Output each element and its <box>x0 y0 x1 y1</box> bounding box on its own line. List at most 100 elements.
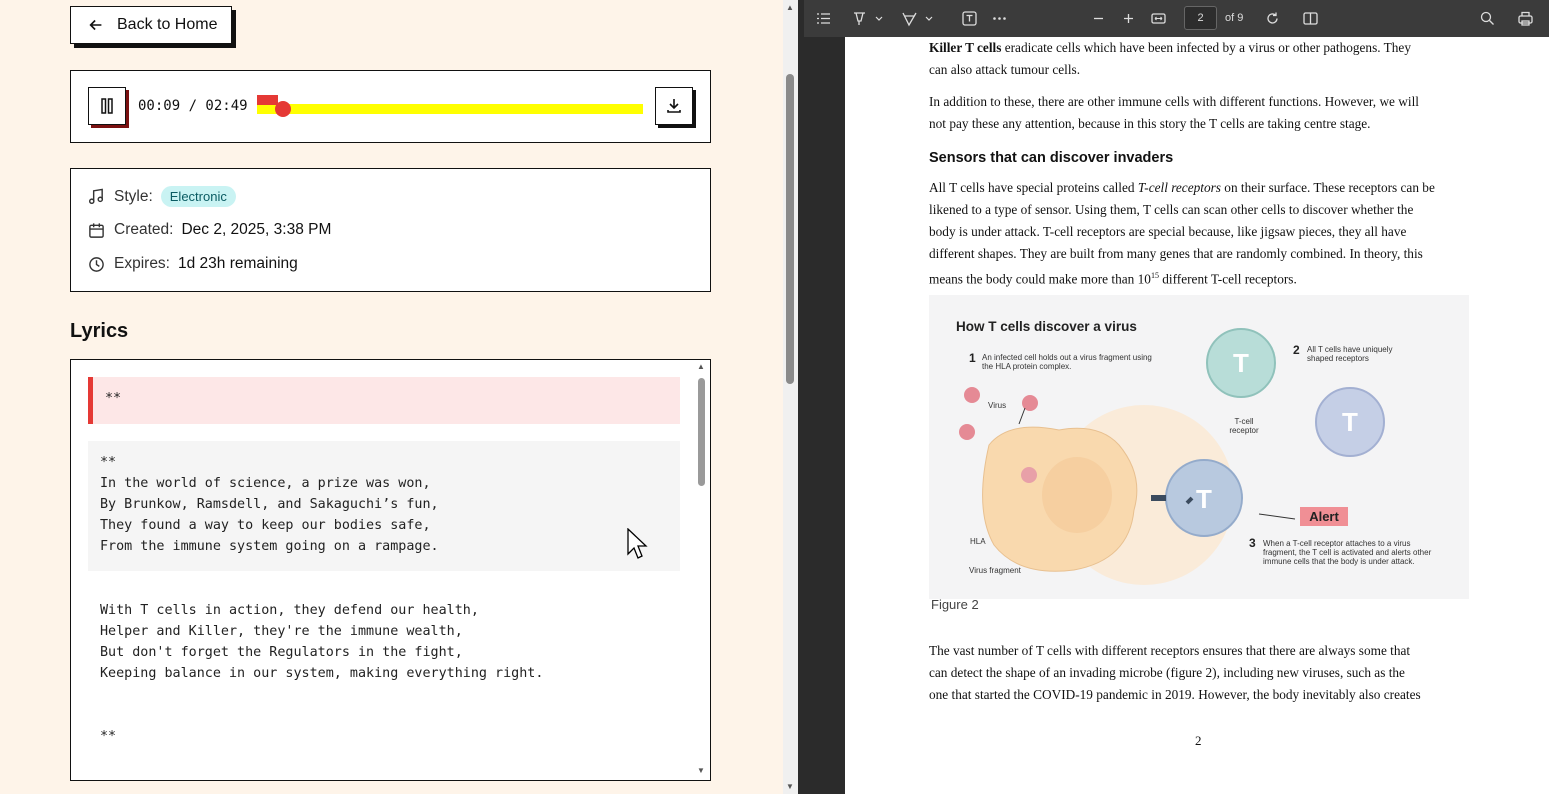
back-to-home-button[interactable]: Back to Home <box>70 6 232 44</box>
para3-line5: means the body could make more than 1015… <box>929 265 1297 290</box>
mouse-cursor-icon <box>627 528 648 559</box>
progress-fill <box>257 95 278 105</box>
figure-step-3: 3 <box>1249 536 1256 550</box>
arrow-left-icon <box>89 19 102 31</box>
lyrics-text-4: ** <box>100 729 117 744</box>
section-heading: Sensors that can discover invaders <box>929 150 1174 166</box>
para3-italic: T-cell receptors <box>1137 180 1221 195</box>
style-label: Style: <box>114 187 153 205</box>
lyrics-text-2: ** In the world of science, a prize was … <box>100 455 439 554</box>
figure-step-2: 2 <box>1293 343 1300 357</box>
para3-sup: 15 <box>1150 271 1159 280</box>
para2-line2: not pay these any attention, because in … <box>929 116 1371 131</box>
progress-track[interactable] <box>257 104 643 114</box>
figure-tcr-label: T-cell receptor <box>1229 417 1259 435</box>
pdf-toolbar: 2 of 9 <box>804 0 1549 37</box>
page-count: of 9 <box>1225 12 1244 24</box>
para4-line2: can detect the shape of an invading micr… <box>929 665 1405 680</box>
figure-2: How T cells discover a virus 1 An infect… <box>929 295 1469 599</box>
para3-line2: likened to a type of sensor. Using them,… <box>929 202 1414 217</box>
text-box-icon[interactable] <box>961 10 978 27</box>
para3-l1a: All T cells have special proteins called <box>929 180 1138 195</box>
fit-page-icon[interactable] <box>1150 10 1167 27</box>
para4-line1: The vast number of T cells with differen… <box>929 643 1411 658</box>
para1-rest: eradicate cells which have been infected… <box>1001 40 1411 55</box>
song-page: Back to Home 00:09 / 02:49 Style: Electr… <box>0 0 783 794</box>
expires-value: 1d 23h remaining <box>178 255 298 272</box>
figure-caption: Figure 2 <box>931 597 979 612</box>
chevron-down-icon[interactable] <box>874 10 884 27</box>
para3-line1: All T cells have special proteins called… <box>929 177 1435 199</box>
more-options-icon[interactable] <box>991 10 1008 27</box>
rotate-icon[interactable] <box>1264 10 1281 27</box>
para4-line3: one that started the COVID-19 pandemic i… <box>929 687 1421 702</box>
lyrics-scrollbar[interactable]: ▲ ▼ <box>695 360 709 780</box>
style-badge: Electronic <box>160 186 236 207</box>
figure-hla-label: HLA <box>970 537 986 546</box>
expires-row: Expires: 1d 23h remaining <box>88 255 298 273</box>
lyrics-heading: Lyrics <box>70 320 129 342</box>
para3-line3: body is under attack. T-cell receptors a… <box>929 224 1407 239</box>
killer-t-bold: Killer T cells <box>929 40 1002 55</box>
pause-button[interactable] <box>88 87 126 125</box>
para1-line2: can also attack tumour cells. <box>929 62 1081 77</box>
t-cell-letter-3: T <box>1196 484 1212 514</box>
figure-step-1: 1 <box>969 351 976 365</box>
lyrics-text-1: ** <box>105 391 122 406</box>
time-display: 00:09 / 02:49 <box>138 98 248 114</box>
highlight-icon[interactable] <box>851 10 868 27</box>
alert-label: Alert <box>1300 507 1348 526</box>
page-view-icon[interactable] <box>1302 10 1319 27</box>
created-value: Dec 2, 2025, 3:38 PM <box>181 221 332 238</box>
page-number-input[interactable]: 2 <box>1184 6 1217 30</box>
progress-thumb[interactable] <box>275 101 291 117</box>
figure-step-1-text: An infected cell holds out a virus fragm… <box>982 353 1152 371</box>
created-row: Created: Dec 2, 2025, 3:38 PM <box>88 221 331 239</box>
pdf-viewer: 2 of 9 Killer T cells eradicate cells wh… <box>804 0 1549 794</box>
page-scroll-up-icon[interactable]: ▲ <box>786 3 794 12</box>
t-cell-letter-2: T <box>1342 407 1358 437</box>
page-number: 2 <box>1195 733 1202 748</box>
figure-virus-label: Virus <box>988 401 1007 410</box>
para3-l1b: on their surface. These receptors can be <box>1220 180 1435 195</box>
para3-l5a: means the body could make more than 10 <box>929 271 1151 287</box>
music-note-icon <box>88 188 104 205</box>
song-meta-card: Style: Electronic Created: Dec 2, 2025, … <box>70 168 711 292</box>
print-icon[interactable] <box>1517 10 1534 27</box>
pdf-page: Killer T cells eradicate cells which hav… <box>845 37 1549 794</box>
contents-icon[interactable] <box>815 10 832 27</box>
download-button[interactable] <box>655 87 693 125</box>
style-row: Style: Electronic <box>88 186 236 207</box>
search-icon[interactable] <box>1479 10 1496 27</box>
zoom-out-icon[interactable] <box>1090 10 1107 27</box>
back-label: Back to Home <box>117 16 218 33</box>
page-scroll-thumb[interactable] <box>786 74 794 384</box>
paragraph-1: Killer T cells eradicate cells which hav… <box>929 37 1411 59</box>
zoom-in-icon[interactable] <box>1120 10 1137 27</box>
t-cell-letter-1: T <box>1233 348 1249 378</box>
download-icon <box>667 99 681 113</box>
para3-line4: different shapes. They are built from ma… <box>929 246 1423 261</box>
figure-step-2-text: All T cells have uniquely shaped recepto… <box>1307 345 1393 363</box>
figure-step-3-text: When a T-cell receptor attaches to a vir… <box>1263 539 1432 566</box>
created-label: Created: <box>114 221 174 238</box>
draw-icon[interactable] <box>901 10 918 27</box>
audio-player: 00:09 / 02:49 <box>70 70 711 143</box>
calendar-icon <box>89 222 104 238</box>
clock-icon <box>89 256 104 272</box>
lyrics-panel[interactable]: ** ** In the world of science, a prize w… <box>70 359 711 781</box>
page-scrollbar[interactable]: ▲ ▼ <box>783 0 798 794</box>
para3-l5b: different T-cell receptors. <box>1158 271 1297 287</box>
figure-fragment-label: Virus fragment <box>969 566 1021 575</box>
expires-label: Expires: <box>114 255 170 272</box>
pause-icon <box>101 98 113 114</box>
scroll-down-icon[interactable]: ▼ <box>697 766 705 775</box>
lyrics-text-3: With T cells in action, they defend our … <box>100 603 544 681</box>
para2-line1: In addition to these, there are other im… <box>929 94 1419 109</box>
chevron-down-icon-2[interactable] <box>924 10 934 27</box>
scroll-up-icon[interactable]: ▲ <box>697 362 705 371</box>
lyrics-section[interactable]: ** In the world of science, a prize was … <box>88 441 680 571</box>
lyrics-scroll-thumb[interactable] <box>698 378 705 486</box>
lyrics-section-active[interactable]: ** <box>88 377 680 424</box>
page-scroll-down-icon[interactable]: ▼ <box>786 782 794 791</box>
